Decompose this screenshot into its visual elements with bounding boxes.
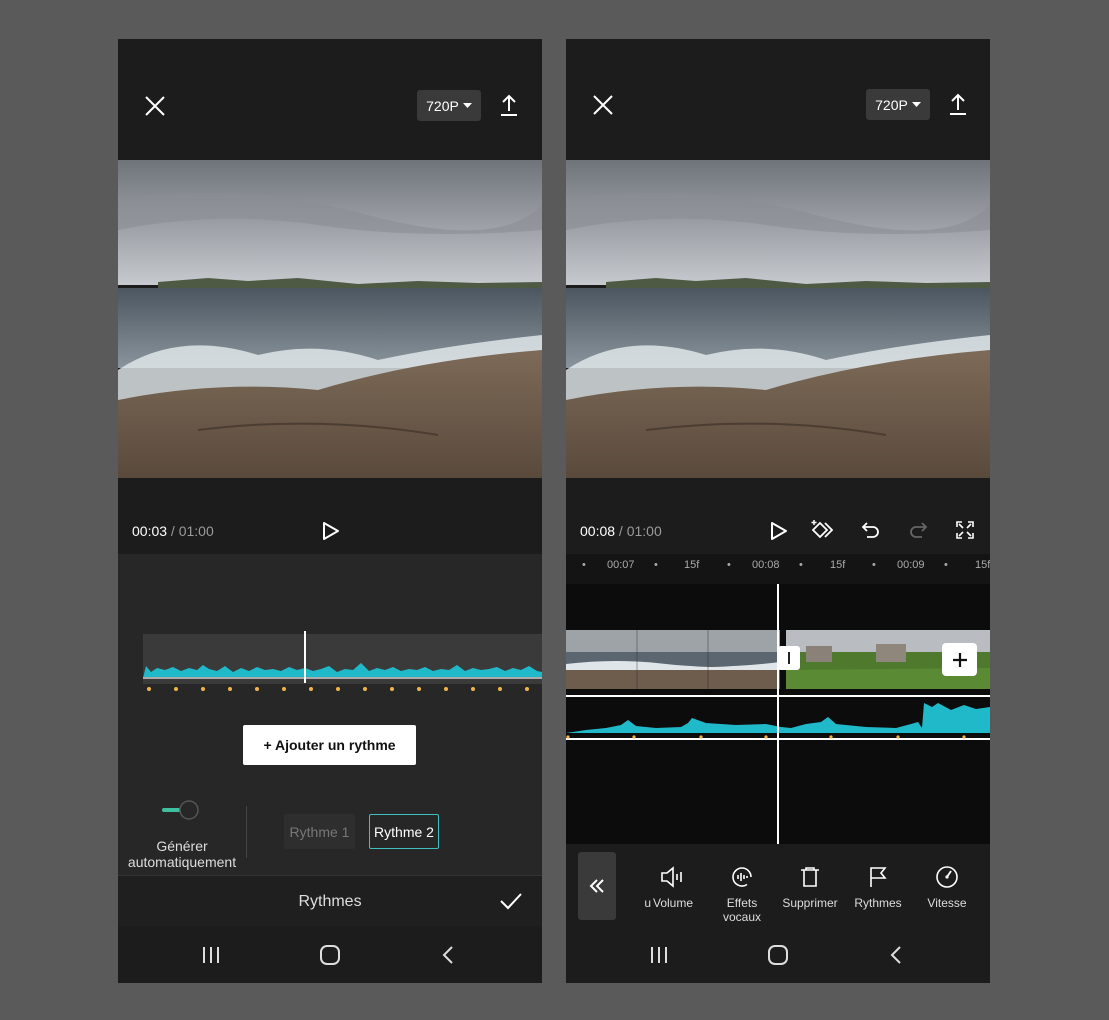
tool-label: Vitesse xyxy=(927,896,967,910)
video-preview xyxy=(118,160,542,478)
playhead xyxy=(304,631,306,683)
export-icon[interactable] xyxy=(946,91,970,117)
system-nav-bar xyxy=(118,926,542,983)
play-icon[interactable] xyxy=(320,520,342,542)
tool-label: Effets vocaux xyxy=(722,896,762,924)
time-display: 00:03 / 01:00 xyxy=(132,523,214,539)
export-icon[interactable] xyxy=(497,92,521,118)
ruler-dot: • xyxy=(654,559,658,571)
auto-generate-label-line1: Générer xyxy=(156,838,208,854)
rhythm-panel: + Ajouter un rythme Générer automatiquem… xyxy=(118,554,542,875)
auto-generate-label: Générer automatiquement xyxy=(118,838,246,870)
ruler-label: 00:09 xyxy=(897,559,925,571)
add-rhythm-button[interactable]: + Ajouter un rythme xyxy=(243,725,416,765)
current-time: 00:03 xyxy=(132,523,168,539)
close-icon[interactable] xyxy=(590,92,616,118)
add-clip-button[interactable] xyxy=(942,643,977,676)
panel-footer: Rythmes xyxy=(118,875,542,927)
tool-voice-effects[interactable]: Effets vocaux xyxy=(707,862,777,924)
total-time: 01:00 xyxy=(626,523,662,539)
flag-icon xyxy=(843,862,913,892)
timeline xyxy=(566,584,990,844)
voice-effects-icon xyxy=(707,862,777,892)
divider xyxy=(246,806,247,858)
keyframe-icon[interactable] xyxy=(810,518,836,542)
tool-label: Volume xyxy=(652,896,694,910)
tool-label: Supprimer xyxy=(782,896,838,910)
fullscreen-icon[interactable] xyxy=(954,519,976,541)
confirm-check-icon[interactable] xyxy=(498,890,524,912)
ruler-dot: • xyxy=(872,559,876,571)
resolution-dropdown[interactable]: 720P xyxy=(866,89,930,120)
resolution-dropdown[interactable]: 720P xyxy=(417,90,481,121)
audio-waveform[interactable] xyxy=(143,634,542,684)
current-time: 00:08 xyxy=(580,523,616,539)
home-icon[interactable] xyxy=(318,944,342,966)
system-nav-bar xyxy=(566,926,990,983)
playhead[interactable] xyxy=(777,584,779,844)
ruler-label: 15f xyxy=(684,559,700,571)
undo-icon[interactable] xyxy=(860,519,882,541)
video-preview xyxy=(566,160,990,478)
tool-volume[interactable]: Volume xyxy=(638,862,708,910)
resolution-label: 720P xyxy=(426,97,459,114)
ruler-dot: • xyxy=(944,559,948,571)
ruler-label: 15f xyxy=(975,559,990,571)
resolution-label: 720P xyxy=(875,96,908,113)
home-icon[interactable] xyxy=(766,944,790,966)
redo-icon[interactable] xyxy=(907,519,929,541)
plus-icon xyxy=(952,652,967,667)
caret-down-icon xyxy=(462,102,472,108)
close-icon[interactable] xyxy=(142,93,168,119)
panel-title: Rythmes xyxy=(298,893,362,910)
volume-icon xyxy=(638,862,708,892)
ruler-label: 00:08 xyxy=(752,559,780,571)
total-time: 01:00 xyxy=(178,523,214,539)
transition-icon[interactable] xyxy=(778,646,800,670)
tool-speed[interactable]: Vitesse xyxy=(912,862,982,910)
ruler-label: 00:07 xyxy=(607,559,635,571)
back-icon[interactable] xyxy=(438,944,458,966)
time-ruler[interactable]: • 00:07 • 15f • 00:08 • 15f • 00:09 • 15… xyxy=(566,554,990,584)
edit-toolbar: u Volume Effets vocaux Supprimer Rythmes xyxy=(566,844,990,934)
beat-markers xyxy=(147,687,529,691)
video-clip-1[interactable] xyxy=(566,630,780,689)
ruler-dot: • xyxy=(727,559,731,571)
play-icon[interactable] xyxy=(768,520,790,542)
time-display: 00:08 / 01:00 xyxy=(580,523,662,539)
caret-down-icon xyxy=(911,101,921,107)
ruler-dot: • xyxy=(799,559,803,571)
tool-label: Rythmes xyxy=(854,896,902,910)
delete-icon xyxy=(775,862,845,892)
phone-screen-left: 720P 00:03 / 01:00 + Ajouter un rythme G… xyxy=(118,39,542,983)
time-separator: / xyxy=(167,523,179,539)
tool-delete[interactable]: Supprimer xyxy=(775,862,845,910)
recent-apps-icon[interactable] xyxy=(648,944,670,966)
time-separator: / xyxy=(615,523,627,539)
ruler-dot: • xyxy=(582,559,586,571)
tool-rhythms[interactable]: Rythmes xyxy=(843,862,913,910)
auto-generate-label-line2: automatiquement xyxy=(127,854,237,870)
ruler-label: 15f xyxy=(830,559,846,571)
speed-icon xyxy=(912,862,982,892)
auto-generate-toggle[interactable] xyxy=(160,798,202,822)
rhythm-option-1[interactable]: Rythme 1 xyxy=(284,814,355,849)
rhythm-option-2[interactable]: Rythme 2 xyxy=(369,814,439,849)
back-icon[interactable] xyxy=(886,944,906,966)
phone-screen-right: 720P 00:08 / 01:00 • 00:07 • 15f • 00:08… xyxy=(566,39,990,983)
recent-apps-icon[interactable] xyxy=(200,944,222,966)
